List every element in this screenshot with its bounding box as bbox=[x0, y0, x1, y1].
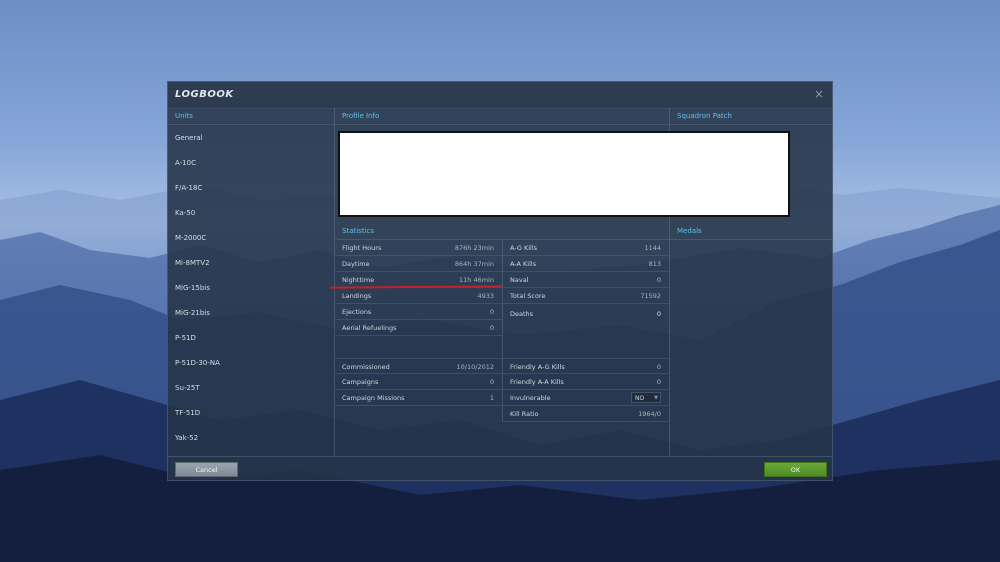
stat-value: 0 bbox=[656, 363, 661, 371]
stat-row-ag-kills: A-G Kills 1144 bbox=[503, 240, 669, 256]
title-bar: LOGBOOK × bbox=[168, 82, 832, 109]
logbook-dialog: LOGBOOK × Units Profile Info Squadron Pa… bbox=[167, 81, 833, 481]
unit-item-ka-50[interactable]: Ka-50 bbox=[168, 201, 334, 226]
stat-value: 1964/0 bbox=[638, 410, 661, 418]
stat-label: Total Score bbox=[510, 292, 546, 300]
stat-label: Friendly A-A Kills bbox=[510, 378, 564, 386]
unit-item-fa-18c[interactable]: F/A-18C bbox=[168, 176, 334, 201]
invulnerable-value: NO bbox=[635, 395, 645, 402]
stat-value: 0 bbox=[656, 310, 661, 318]
stat-label: Friendly A-G Kills bbox=[510, 363, 565, 371]
stat-value: 864h 37min bbox=[454, 260, 494, 268]
stat-label: Flight Hours bbox=[342, 244, 382, 252]
stat-value: 10/10/2012 bbox=[456, 363, 494, 371]
stat-value: 1 bbox=[489, 394, 494, 402]
stat-label: Invulnerable bbox=[510, 394, 551, 402]
stat-value: 0 bbox=[489, 308, 494, 316]
stat-row-commissioned: Commissioned 10/10/2012 bbox=[335, 358, 502, 374]
unit-item-yak-52[interactable]: Yak-52 bbox=[168, 426, 334, 451]
chevron-down-icon: ▼ bbox=[654, 395, 658, 401]
stat-row-friendly-aa-kills: Friendly A-A Kills 0 bbox=[503, 374, 669, 390]
stat-label: Campaign Missions bbox=[342, 394, 405, 402]
ok-button[interactable]: OK bbox=[764, 462, 827, 477]
dialog-title: LOGBOOK bbox=[175, 89, 234, 100]
stat-row-aa-kills: A-A Kills 813 bbox=[503, 256, 669, 272]
stat-value: 0 bbox=[656, 276, 661, 284]
unit-item-a-10c[interactable]: A-10C bbox=[168, 151, 334, 176]
stat-value: 1144 bbox=[644, 244, 661, 252]
unit-item-mig-21bis[interactable]: MiG-21bis bbox=[168, 301, 334, 326]
stat-label: Daytime bbox=[342, 260, 370, 268]
profile-info-header: Profile Info bbox=[335, 108, 669, 125]
statistics-header: Statistics bbox=[335, 223, 669, 240]
unit-item-p-51d[interactable]: P-51D bbox=[168, 326, 334, 351]
stat-row-total-score: Total Score 71592 bbox=[503, 288, 669, 304]
stat-row-friendly-ag-kills: Friendly A-G Kills 0 bbox=[503, 358, 669, 374]
stat-value: 876h 23min bbox=[454, 244, 494, 252]
stat-label: Ejections bbox=[342, 308, 372, 316]
stat-value: 0 bbox=[656, 378, 661, 386]
unit-item-general[interactable]: General bbox=[168, 126, 334, 151]
stat-value: 71592 bbox=[640, 292, 661, 300]
stat-label: Commissioned bbox=[342, 363, 390, 371]
stat-label: Deaths bbox=[510, 310, 534, 318]
stat-value: 0 bbox=[489, 378, 494, 386]
stat-row-campaigns: Campaigns 0 bbox=[335, 374, 502, 390]
profile-info-box bbox=[338, 131, 790, 217]
units-list: General A-10C F/A-18C Ka-50 M-2000C Mi-8… bbox=[168, 126, 334, 451]
medals-header: Medals bbox=[670, 223, 832, 240]
stat-row-aerial-refuelings: Aerial Refuelings 0 bbox=[335, 320, 502, 336]
stat-label: Campaigns bbox=[342, 378, 379, 386]
stat-label: Aerial Refuelings bbox=[342, 324, 397, 332]
stat-row-naval: Naval 0 bbox=[503, 272, 669, 288]
stat-row-kill-ratio: Kill Ratio 1964/0 bbox=[503, 406, 669, 422]
cancel-button[interactable]: Cancel bbox=[175, 462, 238, 477]
stat-value: 4933 bbox=[477, 292, 494, 300]
stat-row-daytime: Daytime 864h 37min bbox=[335, 256, 502, 272]
stat-label: Naval bbox=[510, 276, 529, 284]
unit-item-su-25t[interactable]: Su-25T bbox=[168, 376, 334, 401]
button-bar: Cancel OK bbox=[168, 456, 832, 481]
stat-value: 813 bbox=[648, 260, 661, 268]
unit-item-p-51d-30-na[interactable]: P-51D-30-NA bbox=[168, 351, 334, 376]
squadron-patch-header: Squadron Patch bbox=[670, 108, 832, 125]
units-header: Units bbox=[168, 108, 334, 125]
stat-label: A-A Kills bbox=[510, 260, 537, 268]
stat-row-campaign-missions: Campaign Missions 1 bbox=[335, 390, 502, 406]
stat-row-deaths: Deaths 0 bbox=[503, 304, 669, 324]
unit-item-mi-8mtv2[interactable]: Mi-8MTV2 bbox=[168, 251, 334, 276]
stat-row-ejections: Ejections 0 bbox=[335, 304, 502, 320]
stat-row-invulnerable: Invulnerable NO ▼ bbox=[503, 390, 669, 406]
unit-item-mig-15bis[interactable]: MiG-15bis bbox=[168, 276, 334, 301]
stat-label: Landings bbox=[342, 292, 372, 300]
stat-label: Kill Ratio bbox=[510, 410, 539, 418]
unit-item-tf-51d[interactable]: TF-51D bbox=[168, 401, 334, 426]
stat-value: 0 bbox=[489, 324, 494, 332]
stat-row-landings: Landings 4933 bbox=[335, 288, 502, 304]
unit-item-m-2000c[interactable]: M-2000C bbox=[168, 226, 334, 251]
close-icon[interactable]: × bbox=[814, 87, 824, 101]
invulnerable-dropdown[interactable]: NO ▼ bbox=[631, 392, 661, 403]
stat-row-flight-hours: Flight Hours 876h 23min bbox=[335, 240, 502, 256]
stat-label: A-G Kills bbox=[510, 244, 538, 252]
